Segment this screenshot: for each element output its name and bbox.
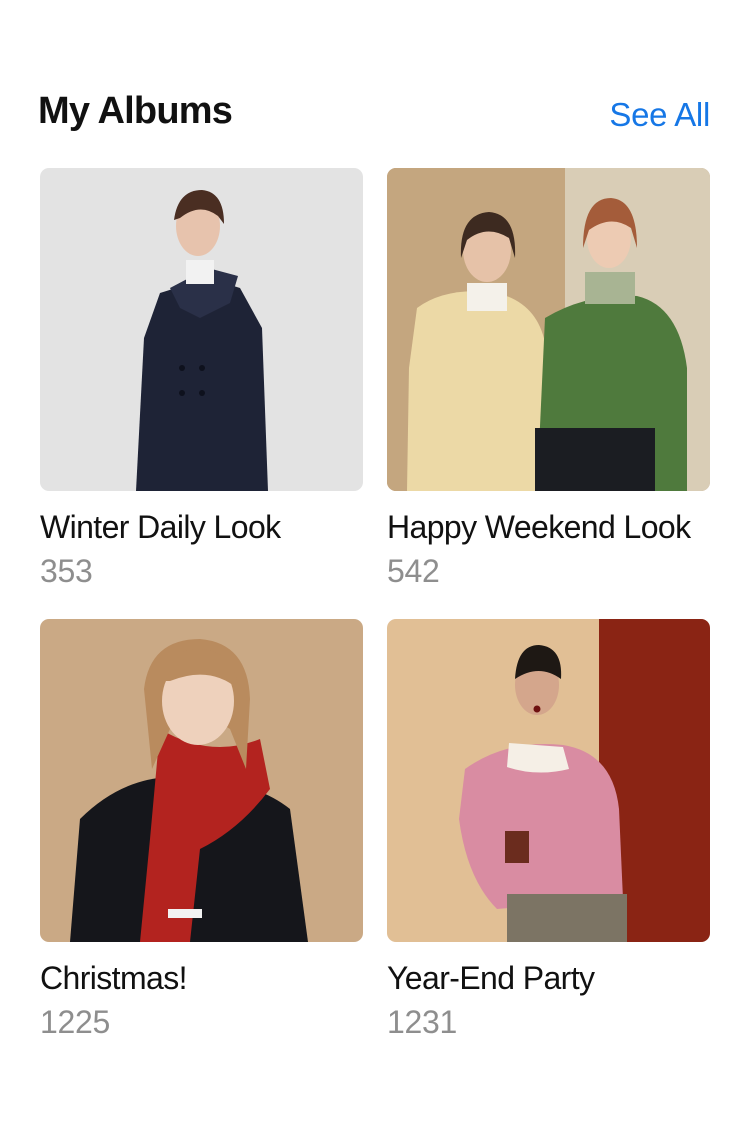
album-count: 353 xyxy=(40,553,93,589)
album-count: 1231 xyxy=(387,1004,457,1040)
album-card-christmas[interactable]: Christmas! 1225 xyxy=(40,619,363,1042)
album-cover-image xyxy=(387,168,710,491)
album-card-happy-weekend-look[interactable]: Happy Weekend Look 542 xyxy=(387,168,710,591)
album-name: Winter Daily Look xyxy=(40,509,281,545)
album-cover-image xyxy=(40,619,363,942)
album-count: 1225 xyxy=(40,1004,110,1040)
section-title: My Albums xyxy=(38,90,233,132)
album-cover-image xyxy=(387,619,710,942)
album-card-year-end-party[interactable]: Year-End Party 1231 xyxy=(387,619,710,1042)
album-cover-image xyxy=(40,168,363,491)
album-name: Happy Weekend Look xyxy=(387,509,691,545)
see-all-link[interactable]: See All xyxy=(609,96,710,134)
album-count: 542 xyxy=(387,553,440,589)
album-card-winter-daily-look[interactable]: Winter Daily Look 353 xyxy=(40,168,363,591)
album-name: Year-End Party xyxy=(387,960,595,996)
albums-header: My Albums See All xyxy=(38,88,710,144)
album-name: Christmas! xyxy=(40,960,188,996)
